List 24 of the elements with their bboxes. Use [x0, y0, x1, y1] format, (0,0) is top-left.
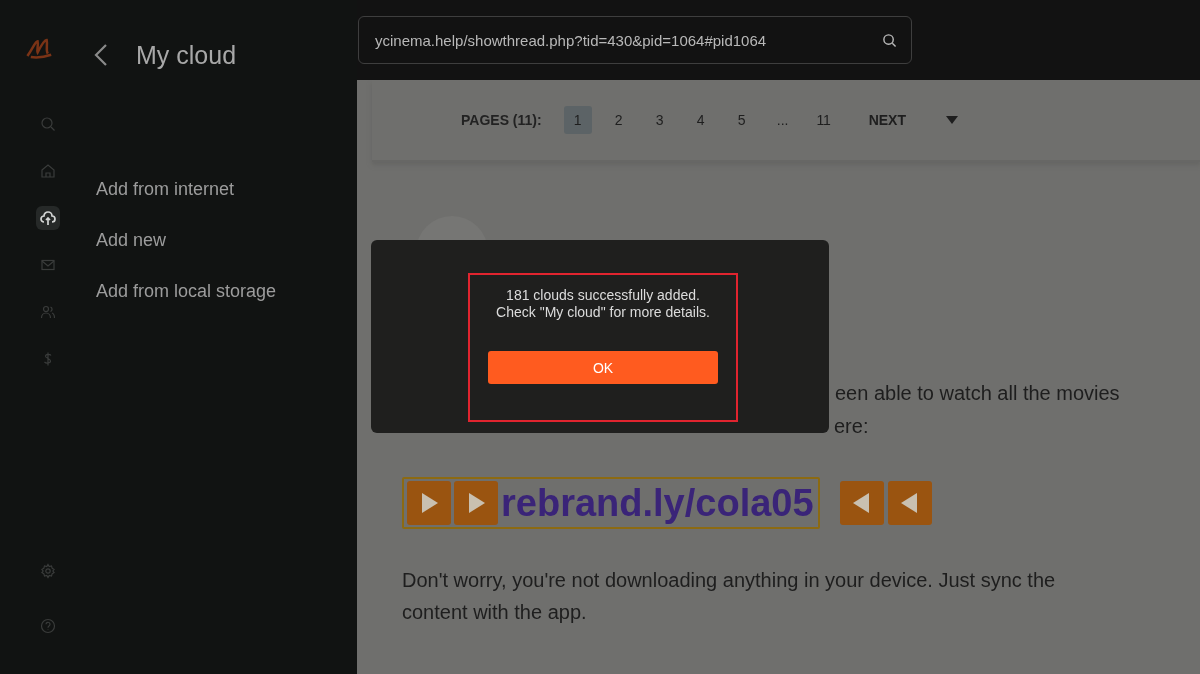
menu-item[interactable]: Add from local storage [96, 281, 277, 302]
page-link[interactable]: 2 [604, 106, 633, 134]
page-link[interactable]: 5 [727, 106, 756, 134]
post-text: een able to watch all the movies [835, 381, 1121, 405]
page-link[interactable]: ... [768, 106, 797, 134]
cloud-upload-icon[interactable] [36, 206, 60, 230]
dialog-message: 181 clouds successfully added. Check "My cloud" for more details. [496, 287, 710, 321]
link-banner[interactable]: rebrand.ly/cola05 [402, 477, 820, 529]
menu-item[interactable]: Add from internet [96, 179, 235, 200]
url-field[interactable]: ycinema.help/showthread.php?tid=430&pid=1064#pid1064 [358, 16, 912, 64]
page-link[interactable]: 3 [645, 106, 674, 134]
panel-title: My cloud [136, 40, 237, 70]
next-link[interactable]: NEXT [864, 106, 910, 134]
page-link[interactable]: 11 [809, 106, 838, 134]
menu-item[interactable]: Add new [96, 230, 167, 251]
post-text: ere: [834, 414, 870, 438]
ok-button[interactable]: OK [488, 351, 718, 384]
page-link[interactable]: 4 [686, 106, 715, 134]
back-button[interactable] [94, 43, 108, 67]
dropdown-icon[interactable] [946, 116, 958, 124]
search-icon[interactable] [882, 32, 897, 48]
post-paragraph: Don't worry, you're not downloading anything in your device. Just sync the content with the app. [402, 568, 1057, 625]
page-link[interactable]: 1 [563, 106, 592, 134]
pages-label: PAGES (11): [461, 112, 542, 128]
